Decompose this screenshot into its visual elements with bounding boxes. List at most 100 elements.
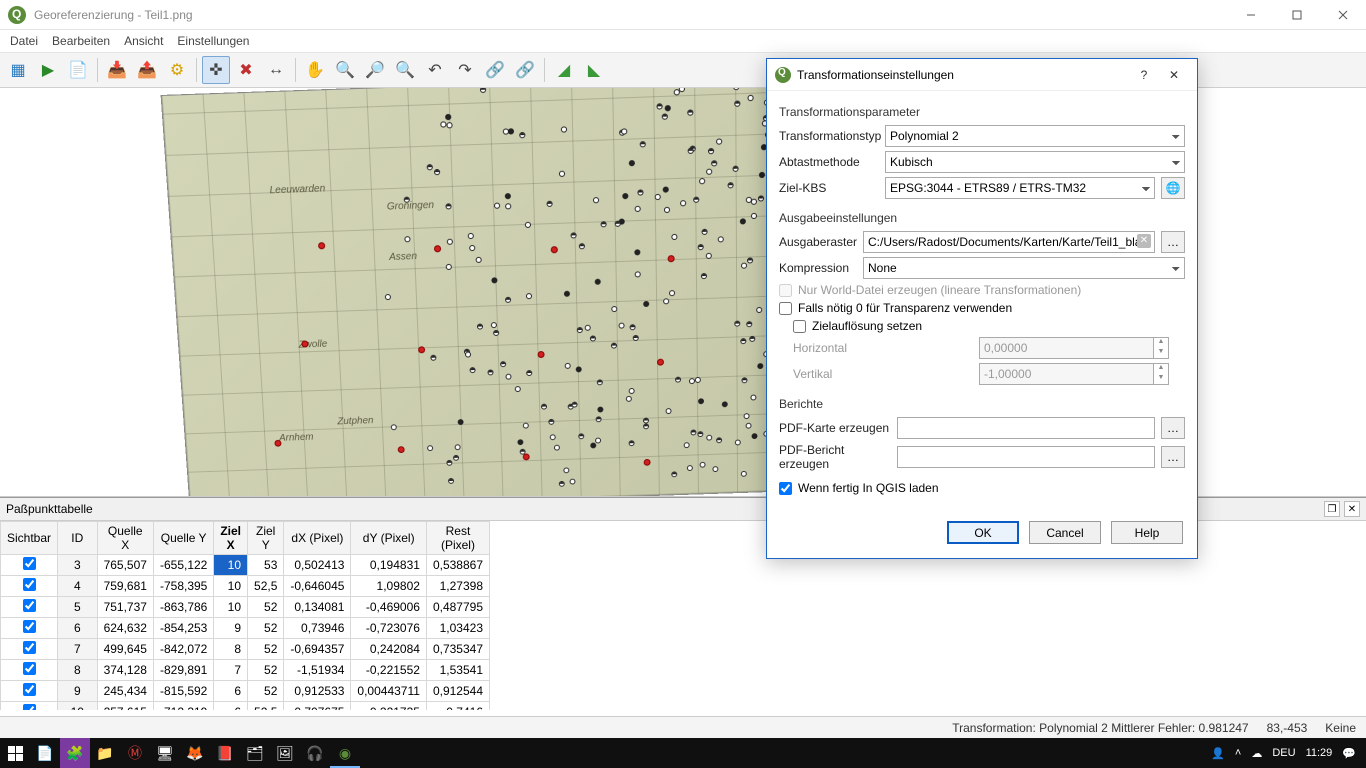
table-row[interactable]: 3765,507-655,12210530,5024130,1948310,53… <box>1 555 490 576</box>
link-qgis-icon[interactable]: 🔗 <box>511 56 539 84</box>
checkbox-load-in-qgis[interactable] <box>779 482 792 495</box>
input-pdf-map[interactable] <box>897 417 1155 439</box>
ok-button[interactable]: OK <box>947 521 1019 544</box>
row-visible-checkbox[interactable] <box>23 704 36 710</box>
window-title: Georeferenzierung - Teil1.png <box>34 8 193 22</box>
label-resample: Abtastmethode <box>779 155 879 169</box>
column-header[interactable]: dY (Pixel) <box>351 522 427 555</box>
add-point-icon[interactable]: ✜ <box>202 56 230 84</box>
load-gcp-icon[interactable]: 📥 <box>103 56 131 84</box>
menu-edit[interactable]: Bearbeiten <box>52 34 110 48</box>
row-visible-checkbox[interactable] <box>23 662 36 675</box>
delete-point-icon[interactable]: ✖ <box>232 56 260 84</box>
zoom-layer-icon[interactable]: 🔍 <box>391 56 419 84</box>
dialog-help-icon[interactable]: ? <box>1129 61 1159 89</box>
table-row[interactable]: 5751,737-863,78610520,134081-0,4690060,4… <box>1 597 490 618</box>
browse-pdf-report-button[interactable]: … <box>1161 446 1185 468</box>
people-icon[interactable]: 👤 <box>1211 747 1225 760</box>
status-bar: Transformation: Polynomial 2 Mittlerer F… <box>0 716 1366 738</box>
taskbar-app-icon[interactable]: 🖥 <box>150 738 180 768</box>
taskbar-app-icon[interactable]: Ⓜ <box>120 738 150 768</box>
menu-settings[interactable]: Einstellungen <box>177 34 249 48</box>
table-row[interactable]: 9245,434-815,5926520,9125330,004437110,9… <box>1 681 490 702</box>
full-histogram-icon[interactable]: ◢ <box>550 56 578 84</box>
input-pdf-report[interactable] <box>897 446 1155 468</box>
taskbar-app-icon[interactable]: 🖼 <box>270 738 300 768</box>
row-visible-checkbox[interactable] <box>23 578 36 591</box>
link-georef-icon[interactable]: 🔗 <box>481 56 509 84</box>
zoom-out-icon[interactable]: 🔎 <box>361 56 389 84</box>
menu-file[interactable]: Datei <box>10 34 38 48</box>
checkbox-target-resolution[interactable] <box>793 320 806 333</box>
section-output: Ausgabeeinstellungen <box>779 211 1185 225</box>
close-button[interactable] <box>1320 0 1366 30</box>
undock-icon[interactable]: ❐ <box>1324 501 1340 517</box>
table-row[interactable]: 7499,645-842,072852-0,6943570,2420840,73… <box>1 639 490 660</box>
generate-script-icon[interactable]: 📄 <box>64 56 92 84</box>
onedrive-icon[interactable]: ☁ <box>1251 747 1262 760</box>
tray-chevron-icon[interactable]: ˄ <box>1235 747 1241 759</box>
column-header[interactable]: ID <box>58 522 98 555</box>
row-visible-checkbox[interactable] <box>23 683 36 696</box>
table-row[interactable]: 4759,681-758,3951052,5-0,6460451,098021,… <box>1 576 490 597</box>
clear-field-icon[interactable]: ✕ <box>1137 234 1151 248</box>
row-visible-checkbox[interactable] <box>23 620 36 633</box>
checkbox-zero-transparency[interactable] <box>779 302 792 315</box>
start-georef-icon[interactable]: ▶ <box>34 56 62 84</box>
local-histogram-icon[interactable]: ◣ <box>580 56 608 84</box>
open-raster-icon[interactable]: ▦ <box>4 56 32 84</box>
crs-picker-button[interactable]: 🌐 <box>1161 177 1185 199</box>
firefox-icon[interactable]: 🦊 <box>180 738 210 768</box>
dialog-close-icon[interactable]: ✕ <box>1159 61 1189 89</box>
select-transform-type[interactable]: Polynomial 2 <box>885 125 1185 147</box>
notifications-icon[interactable]: 💬 <box>1342 747 1356 760</box>
zoom-next-icon[interactable]: ↷ <box>451 56 479 84</box>
select-target-crs[interactable]: EPSG:3044 - ETRS89 / ETRS-TM32 <box>885 177 1155 199</box>
column-header[interactable]: Ziel X <box>214 522 248 555</box>
taskbar-app-icon[interactable]: 🎧 <box>300 738 330 768</box>
row-visible-checkbox[interactable] <box>23 641 36 654</box>
pan-icon[interactable]: ✋ <box>301 56 329 84</box>
input-output-raster[interactable] <box>863 231 1155 253</box>
minimize-button[interactable] <box>1228 0 1274 30</box>
select-compression[interactable]: None <box>863 257 1185 279</box>
input-vertical <box>979 363 1153 385</box>
clock[interactable]: 11:29 <box>1306 747 1333 759</box>
adobe-reader-icon[interactable]: 📕 <box>210 738 240 768</box>
qgis-icon <box>8 6 26 24</box>
browse-raster-button[interactable]: … <box>1161 231 1185 253</box>
select-resample[interactable]: Kubisch <box>885 151 1185 173</box>
gcp-table[interactable]: SichtbarIDQuelle XQuelle YZiel XZiel YdX… <box>0 521 490 710</box>
zoom-last-icon[interactable]: ↶ <box>421 56 449 84</box>
row-visible-checkbox[interactable] <box>23 599 36 612</box>
qgis-taskbar-icon[interactable]: ◉ <box>330 738 360 768</box>
zoom-in-icon[interactable]: 🔍 <box>331 56 359 84</box>
taskbar-app-icon[interactable]: 🧩 <box>60 738 90 768</box>
taskbar-app-icon[interactable]: 🗂 <box>240 738 270 768</box>
maximize-button[interactable] <box>1274 0 1320 30</box>
browse-pdf-map-button[interactable]: … <box>1161 417 1185 439</box>
column-header[interactable]: Sichtbar <box>1 522 58 555</box>
help-button[interactable]: Help <box>1111 521 1183 544</box>
column-header[interactable]: dX (Pixel) <box>284 522 351 555</box>
file-explorer-icon[interactable]: 📁 <box>90 738 120 768</box>
column-header[interactable]: Quelle Y <box>153 522 213 555</box>
table-row[interactable]: 8374,128-829,891752-1,51934-0,2215521,53… <box>1 660 490 681</box>
cancel-button[interactable]: Cancel <box>1029 521 1101 544</box>
label-target-resolution: Zielauflösung setzen <box>812 319 922 333</box>
start-button[interactable] <box>0 738 30 768</box>
table-row[interactable]: 10257,615-712,319652,50,707675-0,2217350… <box>1 702 490 711</box>
column-header[interactable]: Ziel Y <box>248 522 284 555</box>
language-indicator[interactable]: DEU <box>1272 747 1295 759</box>
close-panel-icon[interactable]: ✕ <box>1344 501 1360 517</box>
taskbar-app-icon[interactable]: 📄 <box>30 738 60 768</box>
save-gcp-icon[interactable]: 📤 <box>133 56 161 84</box>
table-row[interactable]: 6624,632-854,2539520,73946-0,7230761,034… <box>1 618 490 639</box>
row-visible-checkbox[interactable] <box>23 557 36 570</box>
menu-view[interactable]: Ansicht <box>124 34 163 48</box>
settings-icon[interactable]: ⚙ <box>163 56 191 84</box>
column-header[interactable]: Rest (Pixel) <box>426 522 489 555</box>
menu-bar: Datei Bearbeiten Ansicht Einstellungen <box>0 30 1366 53</box>
column-header[interactable]: Quelle X <box>97 522 153 555</box>
move-point-icon[interactable]: ↔ <box>262 56 290 84</box>
